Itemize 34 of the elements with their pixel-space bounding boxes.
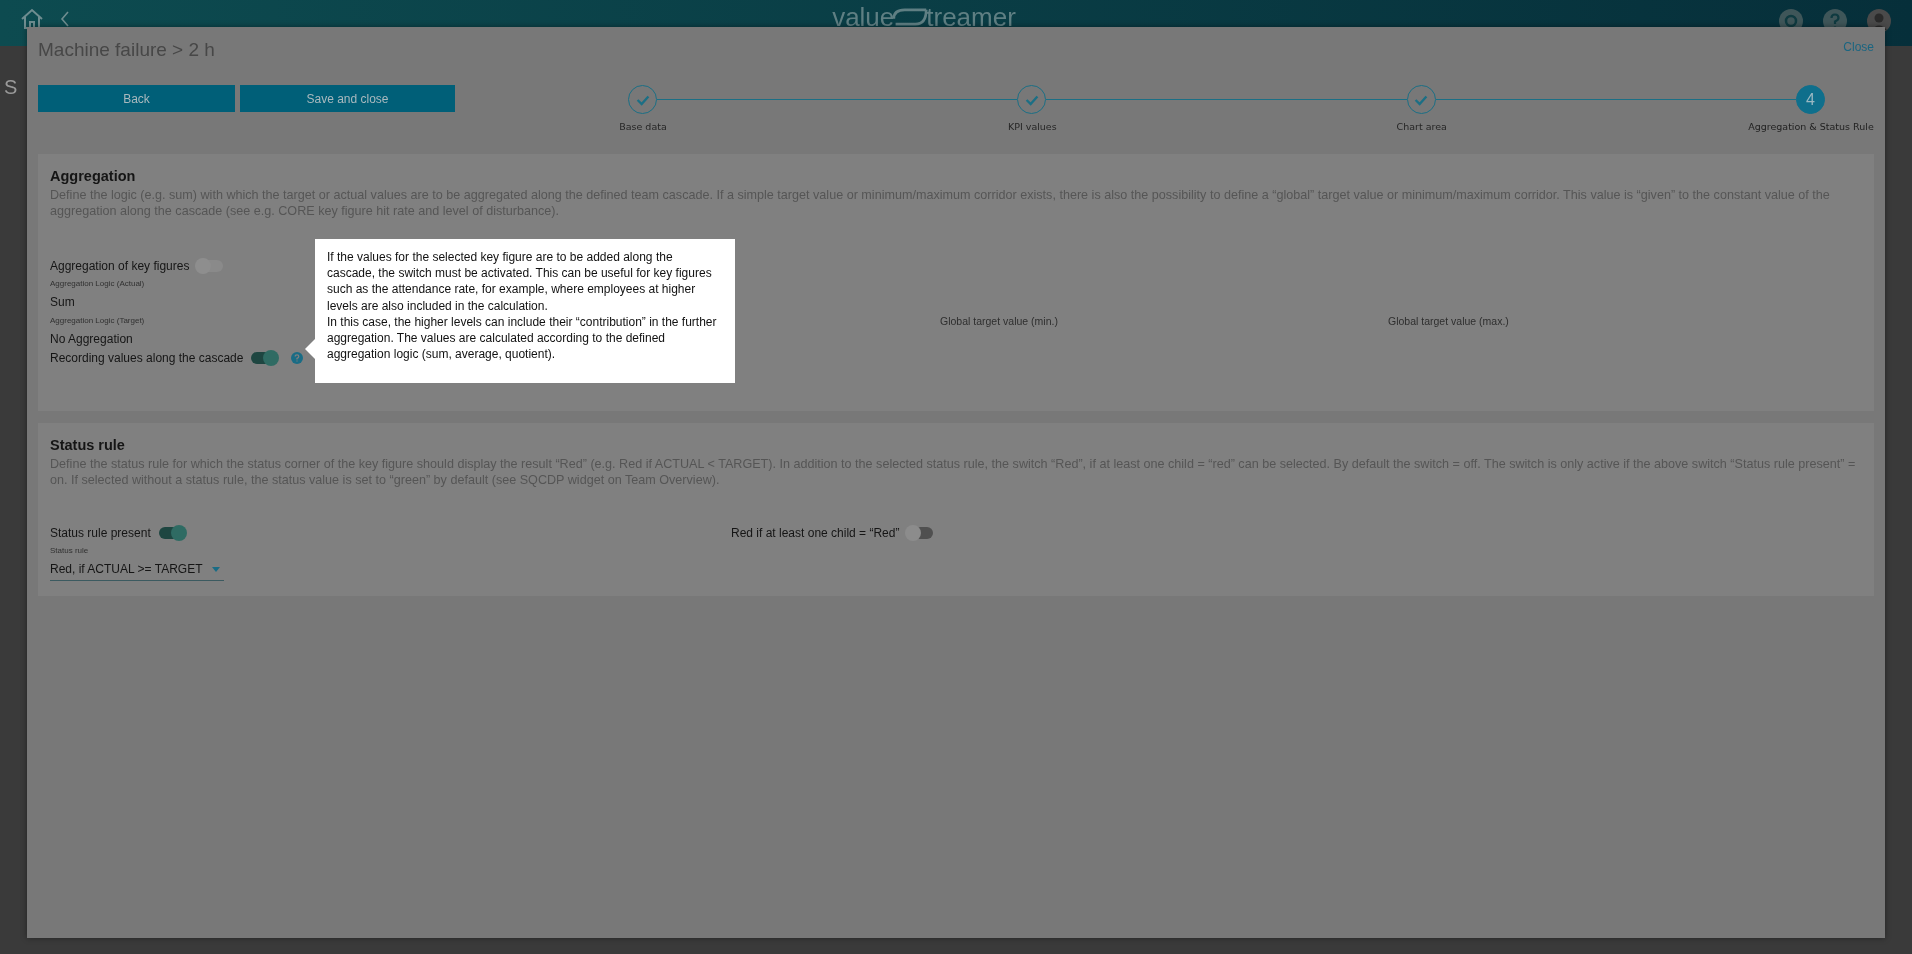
section-title: Aggregation <box>50 168 137 184</box>
step-label: Aggregation & Status Rule <box>1747 120 1875 134</box>
toggle-label: Aggregation of key figures <box>50 259 190 273</box>
back-button[interactable]: Back <box>38 85 235 112</box>
section-title: Status rule <box>50 437 126 453</box>
toggle-switch[interactable] <box>251 352 278 364</box>
tooltip: If the values for the selected key figure are to be added along the cascade, the switch must be activated. This can be useful for key figures such as the attendance rate, for example, where employees at higher levels are also included in the calculation. In this case, the higher levels can include their “contribution” in the further aggregation. The values are calculated according to the defined aggregation logic (sum, average, quotient). <box>315 239 735 383</box>
logo-text: value <box>832 2 895 32</box>
field-value: Sum <box>50 295 76 309</box>
tooltip-pointer <box>305 339 315 359</box>
logo-icon <box>892 6 929 28</box>
step-label: Base data <box>618 120 668 134</box>
toggle-switch[interactable] <box>158 527 185 539</box>
help-icon[interactable] <box>291 352 304 364</box>
toggle-label: Red if at least one child = “Red” <box>731 526 900 540</box>
home-icon[interactable] <box>20 8 44 30</box>
save-button[interactable]: Save and close <box>240 85 455 112</box>
field-label: Aggregation Logic (Target) <box>50 316 146 326</box>
step-circle[interactable]: 4 <box>1796 85 1825 114</box>
caret-icon <box>212 566 220 572</box>
status-rule-dropdown[interactable]: Red, if ACTUAL >= TARGET <box>50 562 224 581</box>
field-label: Aggregation Logic (Actual) <box>50 279 146 289</box>
toggle-label: Status rule present <box>50 526 151 540</box>
sidebar-heading: S <box>4 76 18 98</box>
field-label: Global target value (max.) <box>1388 315 1510 329</box>
toggle-label: Recording values along the cascade <box>50 351 244 365</box>
step-label: Chart area <box>1395 120 1448 134</box>
logo-text: treamer <box>926 2 1016 32</box>
field-label: Status rule <box>50 546 90 556</box>
chevron-left-icon[interactable] <box>60 11 70 27</box>
field-label: Global target value (min.) <box>940 315 1059 329</box>
field-value: No Aggregation <box>50 332 134 346</box>
toggle-switch[interactable] <box>907 527 934 539</box>
step-label: KPI values <box>1007 120 1058 134</box>
